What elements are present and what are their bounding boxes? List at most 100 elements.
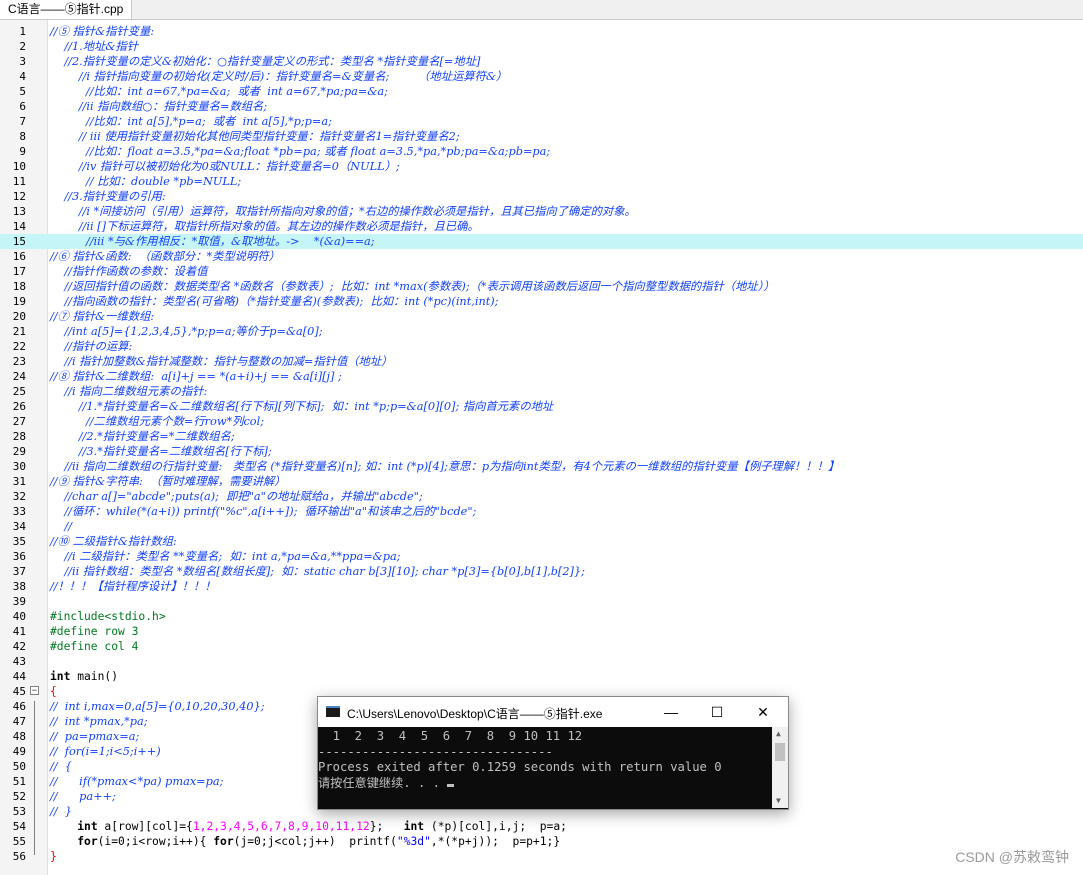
code-text: }	[50, 849, 57, 864]
code-token: //循环：while(*(a+i)) printf("%c",a[i++]); …	[50, 505, 477, 518]
code-line[interactable]: 7 //比如：int a[5],*p=a; 或者 int a[5],*p;p=a…	[0, 114, 1083, 129]
code-line[interactable]: 22 //指针の运算:	[0, 339, 1083, 354]
scroll-up-arrow-icon[interactable]: ▲	[776, 729, 781, 738]
line-number: 32	[12, 490, 26, 503]
code-line[interactable]: 44 int main()	[0, 669, 1083, 684]
code-token: //ⅱ 指针数组：类型名 *数组名[数组长度]; 如：static char b…	[50, 565, 585, 578]
console-title-bar[interactable]: C:\Users\Lenovo\Desktop\C语言——⑤指针.exe — ☐…	[318, 697, 788, 727]
minimize-button[interactable]: —	[648, 697, 694, 727]
code-text: //指针の运算:	[50, 339, 132, 354]
code-text: //ⅳ 指针可以被初始化为0或NULL：指针变量名=0（NULL）;	[50, 159, 400, 174]
code-text: //！！！【指针程序设计】！！！	[50, 579, 216, 594]
code-text: // pa++;	[50, 789, 116, 804]
code-text: //⑥ 指针&函数: （函数部分：*类型说明符）	[50, 249, 280, 264]
code-line[interactable]: 34 //	[0, 519, 1083, 534]
line-number: 6	[19, 100, 26, 113]
code-line[interactable]: 29 //3.*指针变量名=二维数组名[行下标];	[0, 444, 1083, 459]
code-token: //指针の运算:	[50, 340, 133, 353]
code-line[interactable]: 28 //2.*指针变量名=*二维数组名;	[0, 429, 1083, 444]
code-line[interactable]: 19 //指向函数の指针：类型名(可省略)（*指针变量名)(参数表); 比如：i…	[0, 294, 1083, 309]
code-token: a[row][col]={	[97, 820, 193, 833]
code-line[interactable]: 39	[0, 594, 1083, 609]
line-number: 5	[19, 85, 26, 98]
code-line[interactable]: 4 //ⅰ 指针指向变量の初始化(定义时/后)：指针变量名=&变量名; （地址运…	[0, 69, 1083, 84]
code-line[interactable]: 13 //ⅰ *间接访问（引用）运算符，取指针所指向对象的值；*右边的操作数必须…	[0, 204, 1083, 219]
scroll-down-arrow-icon[interactable]: ▼	[776, 796, 781, 805]
code-line[interactable]: 1 //⑤ 指针&指针变量:	[0, 24, 1083, 39]
line-number: 39	[12, 595, 26, 608]
code-line[interactable]: 54 int a[row][col]={1,2,3,4,5,6,7,8,9,10…	[0, 819, 1083, 834]
code-line[interactable]: 16 //⑥ 指针&函数: （函数部分：*类型说明符）	[0, 249, 1083, 264]
code-line[interactable]: 8 // ⅲ 使用指针变量初始化其他同类型指针变量：指针变量名1=指针变量名2;	[0, 129, 1083, 144]
file-tab[interactable]: C语言——⑤指针.cpp	[0, 0, 133, 19]
fold-collapse-icon[interactable]: −	[30, 686, 39, 696]
code-line[interactable]: 11 // 比如：double *pb=NULL;	[0, 174, 1083, 189]
code-line[interactable]: 30 //ⅱ 指向二维数组の行指针变量: 类型名 (*指针变量名)[n]; 如：…	[0, 459, 1083, 474]
code-token: 1,2,3,4,5,6,7,8,9,10,11,12	[192, 820, 370, 833]
code-line[interactable]: 55 for(i=0;i<row;i++){ for(j=0;j<col;j++…	[0, 834, 1083, 849]
code-token: }	[50, 850, 57, 863]
line-number: 41	[12, 625, 26, 638]
code-line[interactable]: 24 //⑧ 指针&二维数组: a[i]+j == *(a+i)+j == &a[…	[0, 369, 1083, 384]
code-line[interactable]: 2 //1.地址&指针	[0, 39, 1083, 54]
scrollbar-thumb[interactable]	[775, 743, 785, 761]
line-number: 45	[12, 685, 26, 698]
code-line[interactable]: 40 #include<stdio.h>	[0, 609, 1083, 624]
code-line[interactable]: 35 //⑩ 二级指针&指针数组:	[0, 534, 1083, 549]
code-line[interactable]: 9 //比如：float a=3.5,*pa=&a;float *pb=pa; …	[0, 144, 1083, 159]
maximize-button[interactable]: ☐	[694, 697, 740, 727]
code-line[interactable]: 36 //ⅰ 二级指针：类型名 **变量名; 如：int a,*pa=&a,**…	[0, 549, 1083, 564]
code-line[interactable]: 25 //ⅰ 指向二维数组元素の指针:	[0, 384, 1083, 399]
line-number: 7	[19, 115, 26, 128]
code-line[interactable]: 5 //比如：int a=67,*pa=&a; 或者 int a=67,*pa;…	[0, 84, 1083, 99]
code-token: //⑩ 二级指针&指针数组:	[50, 535, 177, 548]
line-number: 21	[12, 325, 26, 338]
code-token: (*p)[col],i,j; p=a;	[424, 820, 567, 833]
code-token: // for(i=1;i<5;i++)	[50, 745, 161, 758]
code-token: // 比如：double *pb=NULL;	[50, 175, 242, 188]
code-line[interactable]: 56}	[0, 849, 1083, 864]
line-number: 3	[19, 55, 26, 68]
code-line[interactable]: 12 //3.指针变量の引用:	[0, 189, 1083, 204]
code-line[interactable]: 14 //ⅱ []下标运算符，取指针所指对象的值。其左边的操作数必须是指针，且已…	[0, 219, 1083, 234]
code-token: main()	[70, 670, 119, 683]
code-line[interactable]: 3 //2.指针变量の定义&初始化：○指针变量定义の形式：类型名 *指针变量名[…	[0, 54, 1083, 69]
code-text: #define col 4	[50, 639, 138, 654]
code-token: // int i,max=0,a[5]={0,10,20,30,40};	[50, 700, 265, 713]
code-line[interactable]: 20 //⑦ 指针&一维数组:	[0, 309, 1083, 324]
console-window[interactable]: C:\Users\Lenovo\Desktop\C语言——⑤指针.exe — ☐…	[317, 696, 789, 810]
code-line[interactable]: 33 //循环：while(*(a+i)) printf("%c",a[i++]…	[0, 504, 1083, 519]
code-text: // 比如：double *pb=NULL;	[50, 174, 241, 189]
code-line[interactable]: 21 //int a[5]={1,2,3,4,5},*p;p=a;等价于p=&a…	[0, 324, 1083, 339]
line-number: 10	[12, 160, 26, 173]
code-line[interactable]: 18 //返回指针值の函数：数据类型名 *函数名（参数表）; 比如：int *m…	[0, 279, 1083, 294]
code-line[interactable]: 42 #define col 4	[0, 639, 1083, 654]
console-output-values: 1 2 3 4 5 6 7 8 9 10 11 12	[318, 729, 583, 743]
line-number: 40	[12, 610, 26, 623]
console-separator: --------------------------------	[318, 744, 553, 759]
code-token: //⑧ 指针&二维数组: a[i]+j == *(a+i)+j == &a[i]…	[50, 370, 342, 383]
code-line[interactable]: 6 //ⅱ 指向数组○：指针变量名=数组名;	[0, 99, 1083, 114]
code-line[interactable]: 17 //指针作函数の参数：设着值	[0, 264, 1083, 279]
code-line[interactable]: 27 //二维数组元素个数=行row*列col;	[0, 414, 1083, 429]
code-line[interactable]: 32 //char a[]="abcde";puts(a); 即把"a"の地址赋…	[0, 489, 1083, 504]
console-output[interactable]: 1 2 3 4 5 6 7 8 9 10 11 12 --------------…	[318, 727, 772, 811]
code-line[interactable]: 37 //ⅱ 指针数组：类型名 *数组名[数组长度]; 如：static cha…	[0, 564, 1083, 579]
code-text: for(i=0;i<row;i++){ for(j=0;j<col;j++) p…	[50, 834, 560, 849]
code-line[interactable]: 15 //ⅲ *与&作用相反：*取值，&取地址。-> *(&a)==a;	[0, 234, 1083, 249]
code-line[interactable]: 41 #define row 3	[0, 624, 1083, 639]
code-line[interactable]: 38 //！！！【指针程序设计】！！！	[0, 579, 1083, 594]
code-line[interactable]: 10 //ⅳ 指针可以被初始化为0或NULL：指针变量名=0（NULL）;	[0, 159, 1083, 174]
code-token: for	[213, 835, 234, 848]
close-button[interactable]: ✕	[740, 697, 786, 727]
code-token: (j=0;j<col;j++) printf(	[233, 835, 397, 848]
line-number: 25	[12, 385, 26, 398]
code-token: // ⅲ 使用指针变量初始化其他同类型指针变量：指针变量名1=指针变量名2;	[50, 130, 460, 143]
console-scrollbar[interactable]: ▲ ▼	[772, 727, 788, 808]
code-line[interactable]: 26 //1.*指针变量名=&二维数组名[行下标][列下标]; 如：int *p…	[0, 399, 1083, 414]
code-text: //ⅱ []下标运算符，取指针所指对象的值。其左边的操作数必须是指针，且已确。	[50, 219, 479, 234]
code-line[interactable]: 31 //⑨ 指针&字符串: （暂时难理解，需要讲解）	[0, 474, 1083, 489]
code-line[interactable]: 43	[0, 654, 1083, 669]
code-line[interactable]: 23 //ⅰ 指针加整数&指针减整数：指针与整数の加减=指针值（地址）	[0, 354, 1083, 369]
